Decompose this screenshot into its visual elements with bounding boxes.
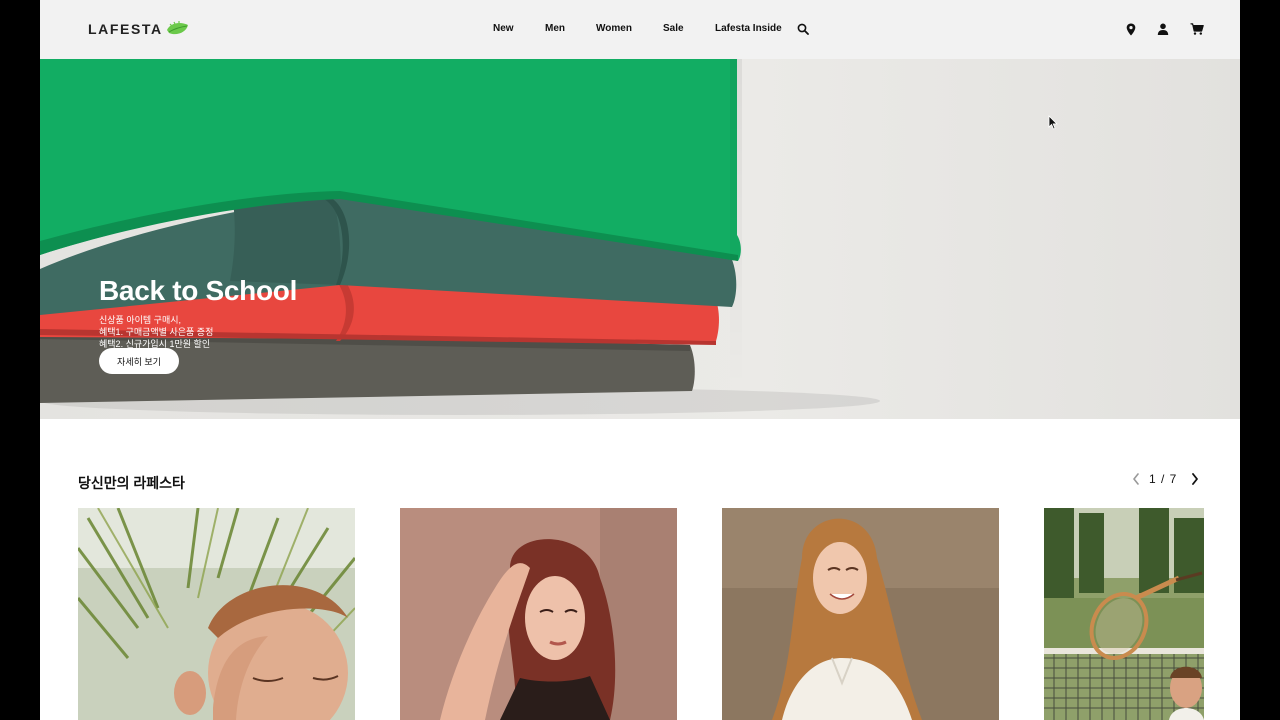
nav-new[interactable]: New — [493, 23, 514, 34]
lookbook-card[interactable] — [1044, 508, 1204, 720]
mouse-cursor-icon — [1048, 115, 1058, 130]
chevron-left-icon[interactable] — [1130, 471, 1142, 487]
page: LAFESTA New Men Women Sale Lafesta Insid… — [40, 0, 1240, 720]
search-icon[interactable] — [795, 21, 811, 37]
hero-banner[interactable]: Back to School 신상품 아이템 구매시, 혜택1. 구매금액별 사… — [40, 59, 1240, 419]
lookbook-card[interactable] — [78, 508, 355, 720]
lookbook-card[interactable] — [722, 508, 999, 720]
chevron-right-icon[interactable] — [1189, 471, 1201, 487]
nav-women[interactable]: Women — [596, 23, 632, 34]
red-haired-woman-image — [400, 508, 677, 720]
hero-title: Back to School — [99, 275, 298, 306]
section-title: 당신만의 라페스타 — [78, 475, 185, 491]
nav-lafesta-inside[interactable]: Lafesta Inside — [715, 23, 782, 34]
nav-men[interactable]: Men — [545, 23, 565, 34]
lookbook-card[interactable] — [400, 508, 677, 720]
tennis-player-image — [1044, 508, 1204, 720]
shopping-cart-icon[interactable] — [1189, 21, 1205, 37]
nav-sale[interactable]: Sale — [663, 23, 684, 34]
man-with-palm-leaves-image — [78, 508, 355, 720]
location-pin-icon[interactable] — [1123, 21, 1139, 37]
site-header: LAFESTA New Men Women Sale Lafesta Insid… — [40, 0, 1240, 59]
hero-detail-button[interactable]: 자세히 보기 — [99, 348, 179, 374]
user-account-icon[interactable] — [1155, 21, 1171, 37]
pager-indicator: 1 / 7 — [1149, 472, 1178, 486]
laughing-woman-image — [722, 508, 999, 720]
folded-polo-shirts-image — [40, 59, 1240, 419]
leaf-logo-icon — [166, 21, 188, 35]
logo[interactable]: LAFESTA — [88, 18, 190, 40]
logo-text: LAFESTA — [88, 21, 163, 37]
